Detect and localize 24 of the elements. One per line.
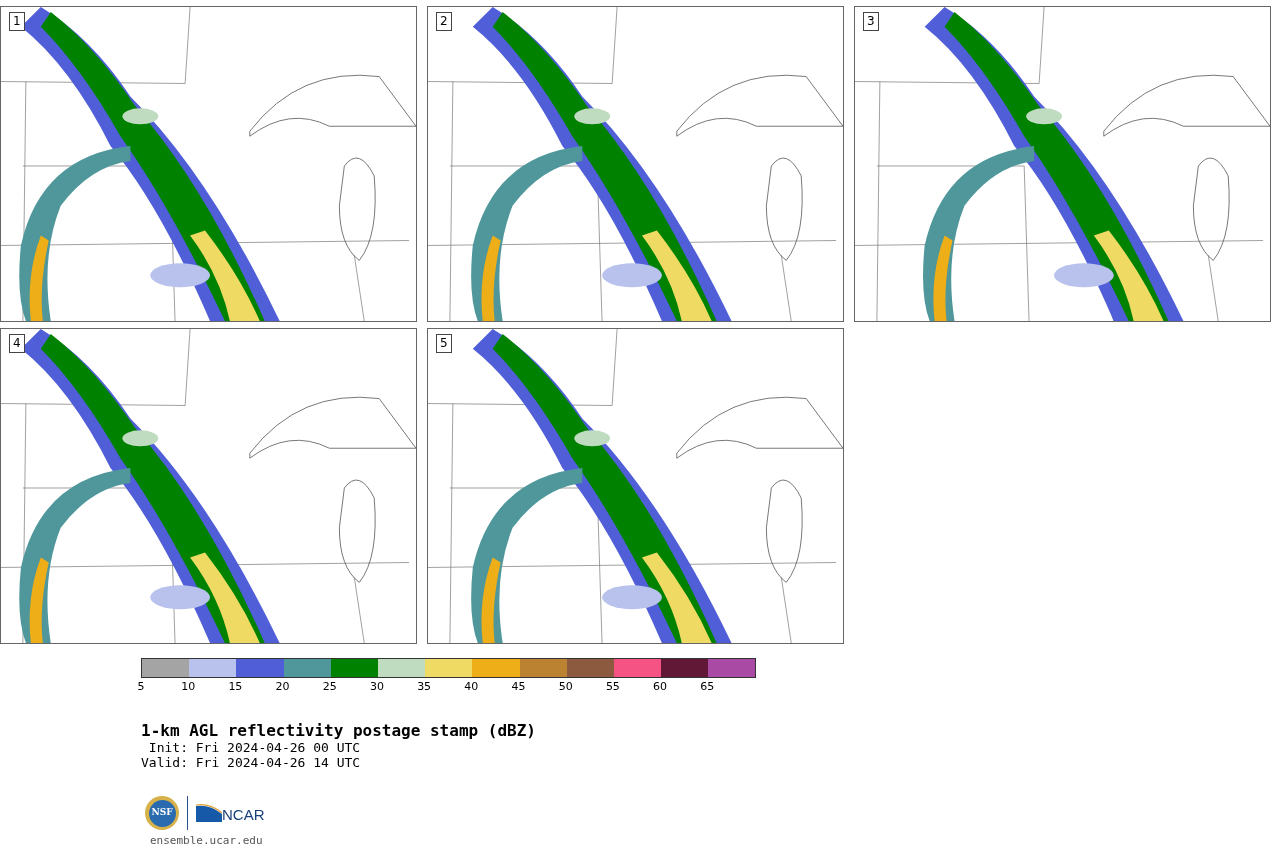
tick-label: 15 — [228, 681, 243, 693]
tick-label: 35 — [417, 681, 432, 693]
tick-label: 55 — [605, 681, 620, 693]
panel-number: 5 — [436, 334, 452, 353]
valid-time: Valid: Fri 2024-04-26 14 UTC — [141, 755, 362, 770]
tick-label: 30 — [369, 681, 384, 693]
panel-number: 1 — [9, 12, 25, 31]
ncar-logo: NCAR — [196, 804, 265, 822]
site-url: ensemble.ucar.edu — [150, 834, 264, 844]
tick-label: 65 — [700, 681, 715, 693]
tick-label: 10 — [181, 681, 196, 693]
tick-label: 40 — [464, 681, 479, 693]
tick-label: 5 — [137, 681, 145, 693]
tick-label: 45 — [511, 681, 526, 693]
init-time: Init: Fri 2024-04-26 00 UTC — [147, 740, 362, 755]
panel-number: 2 — [436, 12, 452, 31]
tick-label: 25 — [322, 681, 337, 693]
chart-title: 1-km AGL reflectivity postage stamp (dBZ) — [141, 722, 537, 740]
tick-label: 60 — [653, 681, 668, 693]
tick-label: 50 — [558, 681, 573, 693]
panel-number: 3 — [863, 12, 879, 31]
nsf-logo: NSF — [145, 796, 179, 830]
tick-label: 20 — [275, 681, 290, 693]
panel-number: 4 — [9, 334, 25, 353]
